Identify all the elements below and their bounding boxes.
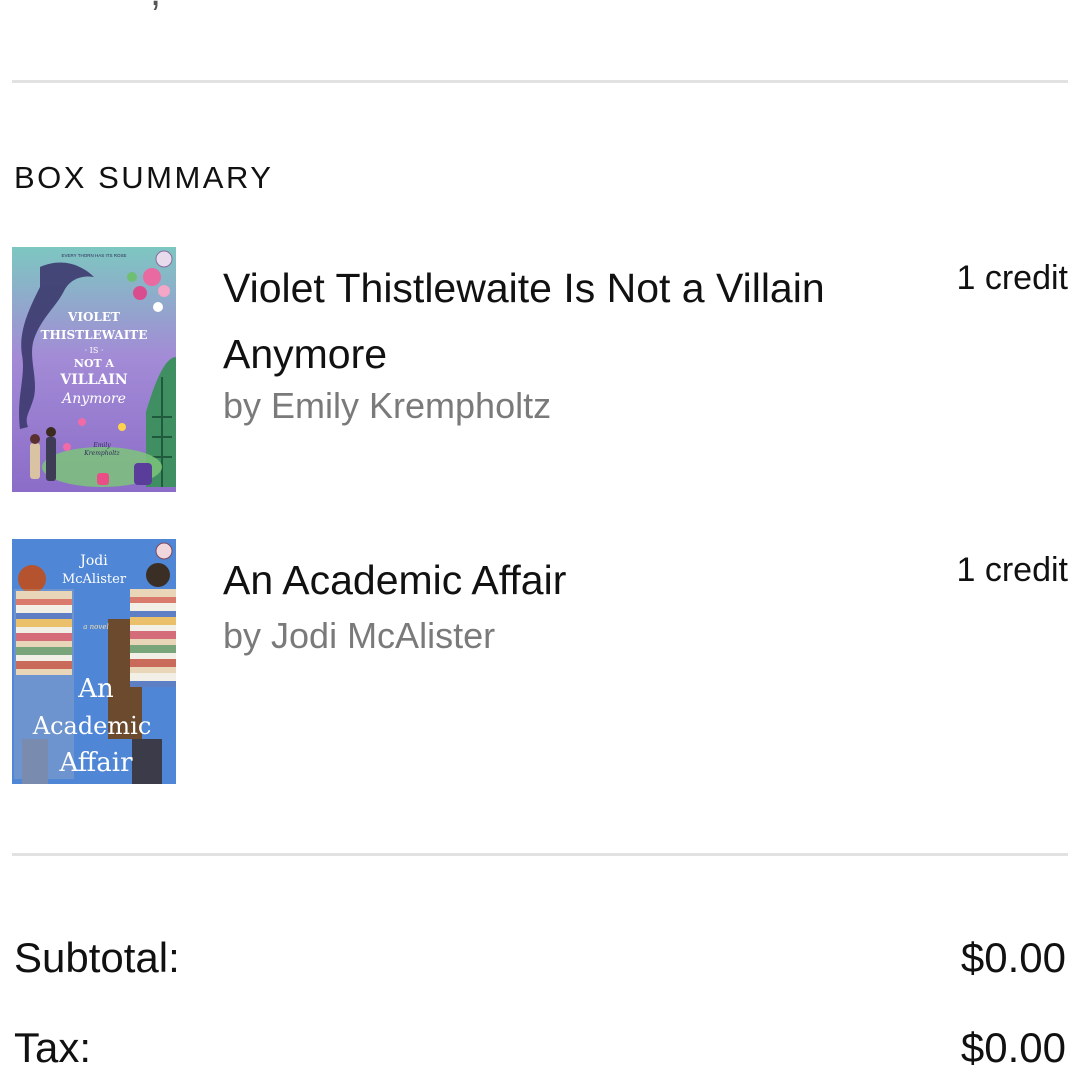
cover-title-line: NOT A (74, 357, 115, 370)
divider-top (12, 80, 1068, 83)
cover-author-line: Emily (92, 442, 111, 449)
cover-title-line: · IS · (85, 346, 104, 355)
tax-label: Tax: (14, 1024, 92, 1071)
clipped-text-fragment: , (150, 0, 161, 15)
subtotal-row: Subtotal: $0.00 (14, 934, 1066, 982)
cover-title-line: VIOLET (67, 310, 120, 324)
book-author: by Emily Krempholtz (223, 385, 552, 426)
book-cover-image: Jodi McAlister a novel An Academic Affai… (12, 539, 176, 784)
tax-value: $0.00 (960, 1024, 1066, 1071)
cover-title-line: Academic (32, 712, 152, 740)
section-heading: BOX SUMMARY (14, 160, 274, 195)
cover-title-line: Affair (58, 748, 133, 778)
book-cover-image: EVERY THORN HAS ITS ROSE VIOLET THISTLEW… (12, 247, 176, 492)
cover-tag: a novel (83, 623, 108, 631)
book-item[interactable]: Jodi McAlister a novel An Academic Affai… (12, 539, 1068, 785)
cover-title-line: THISTLEWAITE (41, 328, 148, 342)
book-author: by Jodi McAlister (223, 615, 496, 656)
cover-title-line: Anymore (60, 391, 126, 407)
subtotal-label: Subtotal: (14, 934, 180, 981)
book-title: Violet Thistlewaite Is Not a Villain Any… (223, 265, 825, 377)
book-item[interactable]: EVERY THORN HAS ITS ROSE VIOLET THISTLEW… (12, 247, 1068, 493)
subtotal-value: $0.00 (960, 934, 1066, 981)
book-title: An Academic Affair (223, 557, 567, 603)
divider-bottom (12, 853, 1068, 856)
cover-author-line: Krempholtz (83, 450, 120, 457)
cover-author-line: Jodi (78, 553, 108, 569)
tax-row: Tax: $0.00 (14, 1024, 1066, 1072)
cover-author-line: McAlister (62, 572, 127, 587)
cover-title-line: An (77, 674, 114, 704)
cover-title-line: VILLAIN (59, 372, 128, 388)
book-credit: 1 credit (956, 259, 1069, 297)
book-credit: 1 credit (956, 551, 1069, 589)
cover-top-banner: EVERY THORN HAS ITS ROSE (61, 253, 126, 258)
